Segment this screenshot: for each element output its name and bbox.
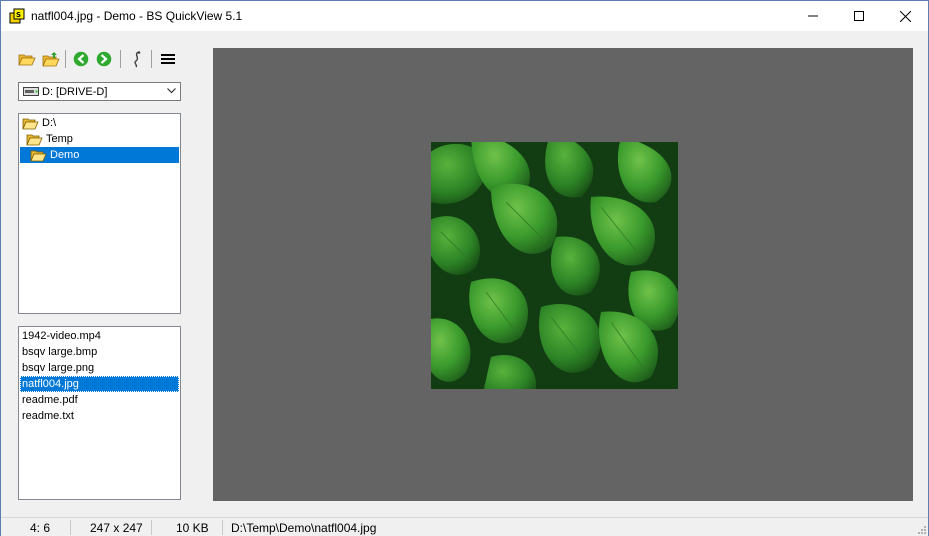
preview-image [431, 142, 678, 389]
status-bar: 4: 6 247 x 247 10 KB D:\Temp\Demo\natfl0… [1, 517, 928, 536]
left-panel: D: [DRIVE-D] D:\ Temp Demo 1942-video.mp… [1, 31, 197, 517]
open-folder-button[interactable] [17, 48, 37, 70]
status-path: D:\Temp\Demo\natfl004.jpg [231, 521, 377, 535]
title-bar[interactable]: S natfl004.jpg - Demo - BS QuickView 5.1 [1, 1, 928, 31]
file-item[interactable]: readme.txt [20, 408, 179, 424]
minimize-button[interactable] [790, 1, 836, 31]
menu-button[interactable] [158, 48, 178, 70]
minimize-icon [808, 15, 818, 17]
file-item-selected[interactable]: natfl004.jpg [20, 376, 179, 392]
file-item[interactable]: readme.pdf [20, 392, 179, 408]
resize-grip-icon[interactable] [916, 524, 926, 534]
tree-item-temp[interactable]: Temp [20, 131, 179, 147]
status-separator [70, 520, 71, 535]
status-position: 4: 6 [30, 521, 51, 535]
tree-item-label: D:\ [42, 117, 57, 129]
info-button[interactable] [127, 48, 147, 70]
toolbar-separator [120, 50, 121, 68]
forward-arrow-icon [96, 51, 112, 67]
tree-item-label: Demo [50, 149, 80, 161]
tree-item-root[interactable]: D:\ [20, 115, 179, 131]
chevron-down-icon [167, 88, 176, 94]
menu-icon [161, 54, 175, 64]
forward-button[interactable] [94, 48, 114, 70]
open-folder-icon [18, 54, 36, 66]
svg-text:S: S [16, 11, 21, 19]
folder-tree[interactable]: D:\ Temp Demo [18, 113, 181, 314]
open-folder-icon [30, 148, 47, 162]
open-folder-icon [26, 132, 43, 146]
app-window: S natfl004.jpg - Demo - BS QuickView 5.1 [0, 0, 929, 536]
status-separator [151, 520, 152, 535]
tree-item-demo[interactable]: Demo [20, 147, 179, 163]
back-arrow-icon [73, 51, 89, 67]
drive-select[interactable]: D: [DRIVE-D] [18, 82, 181, 101]
file-item[interactable]: bsqv large.png [20, 360, 179, 376]
file-item[interactable]: bsqv large.bmp [20, 344, 179, 360]
window-title: natfl004.jpg - Demo - BS QuickView 5.1 [31, 9, 243, 23]
toolbar [17, 48, 187, 70]
close-button[interactable] [882, 1, 928, 31]
back-button[interactable] [71, 48, 91, 70]
status-separator [222, 520, 223, 535]
open-folder-icon [22, 116, 39, 130]
toolbar-separator [151, 50, 152, 68]
close-icon [899, 10, 911, 22]
drive-icon [23, 87, 39, 96]
status-file-size: 10 KB [176, 521, 209, 535]
info-icon [134, 51, 141, 68]
maximize-icon [854, 11, 864, 21]
folder-up-button[interactable] [41, 48, 61, 70]
tree-item-label: Temp [46, 133, 73, 145]
toolbar-separator [65, 50, 66, 68]
file-item[interactable]: 1942-video.mp4 [20, 328, 179, 344]
app-icon[interactable]: S [9, 8, 25, 24]
folder-up-icon [42, 52, 60, 67]
file-list[interactable]: 1942-video.mp4 bsqv large.bmp bsqv large… [18, 326, 181, 500]
status-dimensions: 247 x 247 [90, 521, 143, 535]
drive-select-value: D: [DRIVE-D] [42, 86, 108, 98]
maximize-button[interactable] [836, 1, 882, 31]
